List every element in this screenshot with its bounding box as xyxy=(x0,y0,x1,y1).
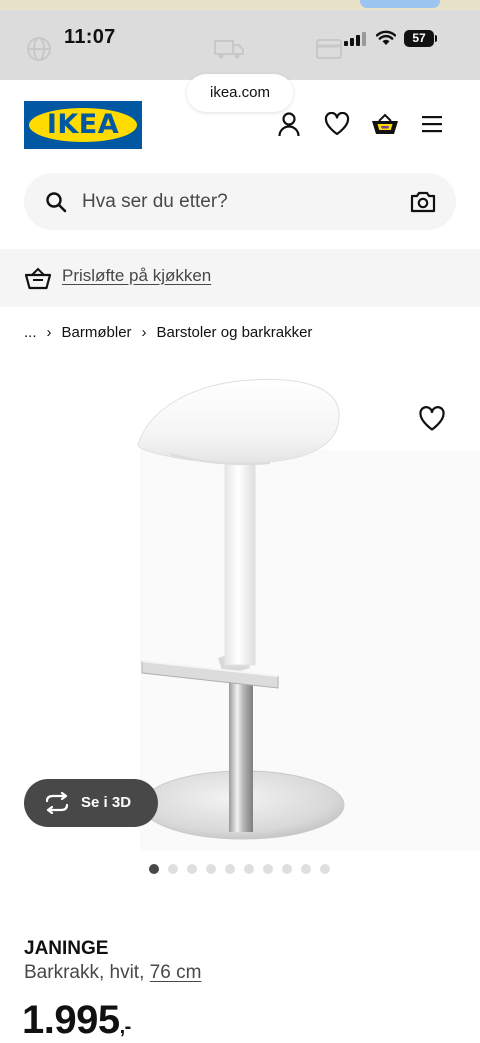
wifi-icon xyxy=(376,30,396,45)
price-suffix: ,- xyxy=(119,1016,132,1038)
pagination-dot[interactable] xyxy=(168,864,178,874)
product-description: Barkrakk, hvit, 76 cm xyxy=(24,962,201,984)
heart-icon xyxy=(324,112,350,136)
signal-icon xyxy=(344,32,368,46)
search-icon xyxy=(46,192,67,213)
pagination-dot[interactable] xyxy=(187,864,197,874)
view-in-3d-label: Se i 3D xyxy=(81,794,132,811)
product-type: Barkrakk, hvit, xyxy=(24,962,145,983)
favourites-button[interactable] xyxy=(323,110,351,138)
status-time: 11:07 xyxy=(64,26,116,48)
product-size-link[interactable]: 76 cm xyxy=(150,962,202,983)
logo-text: IKEA xyxy=(46,109,120,140)
pagination-dot[interactable] xyxy=(301,864,311,874)
camera-icon[interactable] xyxy=(410,189,436,215)
truck-icon xyxy=(214,40,244,59)
promo-banner[interactable]: Prisløfte på kjøkken xyxy=(0,249,480,307)
chevron-right-icon: › xyxy=(141,323,147,341)
ikea-logo[interactable]: IKEA xyxy=(24,101,142,149)
pagination-dot[interactable] xyxy=(149,864,159,874)
card-icon xyxy=(316,39,342,59)
breadcrumb-item[interactable]: Barstoler og barkrakker xyxy=(157,324,313,341)
status-bar: 11:07 57 xyxy=(0,0,480,80)
pagination-dot[interactable] xyxy=(282,864,292,874)
pagination-dot[interactable] xyxy=(244,864,254,874)
pagination-dot[interactable] xyxy=(206,864,216,874)
pagination-dot[interactable] xyxy=(320,864,330,874)
globe-icon xyxy=(27,37,51,61)
price-value: 1.995 xyxy=(22,998,120,1042)
chevron-right-icon: › xyxy=(46,323,52,341)
product-price: 1.995,- xyxy=(22,998,131,1043)
view-in-3d-button[interactable]: Se i 3D xyxy=(24,779,158,827)
image-pagination[interactable] xyxy=(149,864,330,874)
basket-outline-icon xyxy=(24,267,52,290)
pagination-dot[interactable] xyxy=(225,864,235,874)
cart-button[interactable] xyxy=(371,110,399,138)
rotate-3d-icon xyxy=(45,792,69,814)
person-icon xyxy=(278,112,300,137)
battery-tip xyxy=(435,35,437,42)
breadcrumb-item[interactable]: Barmøbler xyxy=(62,324,132,341)
product-name[interactable]: JANINGE xyxy=(24,938,108,960)
pagination-dot[interactable] xyxy=(263,864,273,874)
url-bar[interactable]: ikea.com xyxy=(187,74,293,112)
account-button[interactable] xyxy=(275,110,303,138)
search-bar[interactable]: Hva ser du etter? xyxy=(24,173,456,230)
breadcrumb: ... › Barmøbler › Barstoler og barkrakke… xyxy=(24,322,312,342)
promo-link[interactable]: Prisløfte på kjøkken xyxy=(62,266,211,286)
battery-icon: 57 xyxy=(404,30,434,47)
menu-button[interactable] xyxy=(418,110,446,138)
status-bar-blur-button xyxy=(360,0,440,8)
basket-icon xyxy=(372,113,398,134)
breadcrumb-item[interactable]: ... xyxy=(24,324,37,341)
search-input[interactable]: Hva ser du etter? xyxy=(82,191,228,213)
menu-icon xyxy=(422,116,442,133)
add-to-favourites-icon[interactable] xyxy=(418,406,446,432)
